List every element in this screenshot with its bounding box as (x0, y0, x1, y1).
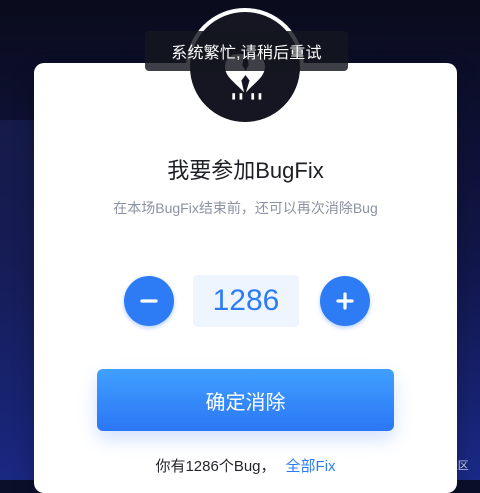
card-subtitle: 在本场BugFix结束前，还可以再次消除Bug (34, 198, 457, 218)
bug-summary-text: 你有1286个Bug， (155, 458, 275, 475)
bug-count-value[interactable]: 1286 (193, 275, 299, 327)
plus-icon (332, 288, 358, 314)
increment-button[interactable] (320, 276, 370, 326)
watermark-text: @稀土掘金技术社区 (368, 457, 469, 473)
confirm-clear-button[interactable]: 确定消除 (97, 369, 394, 431)
system-busy-toast: 系统繁忙,请稍后重试 (145, 31, 348, 71)
decrement-button[interactable] (124, 276, 174, 326)
fix-all-link[interactable]: 全部Fix (286, 458, 336, 475)
minus-icon (136, 288, 162, 314)
page-title: 我要参加BugFix (34, 153, 457, 185)
bug-counter: 1286 (124, 275, 370, 327)
